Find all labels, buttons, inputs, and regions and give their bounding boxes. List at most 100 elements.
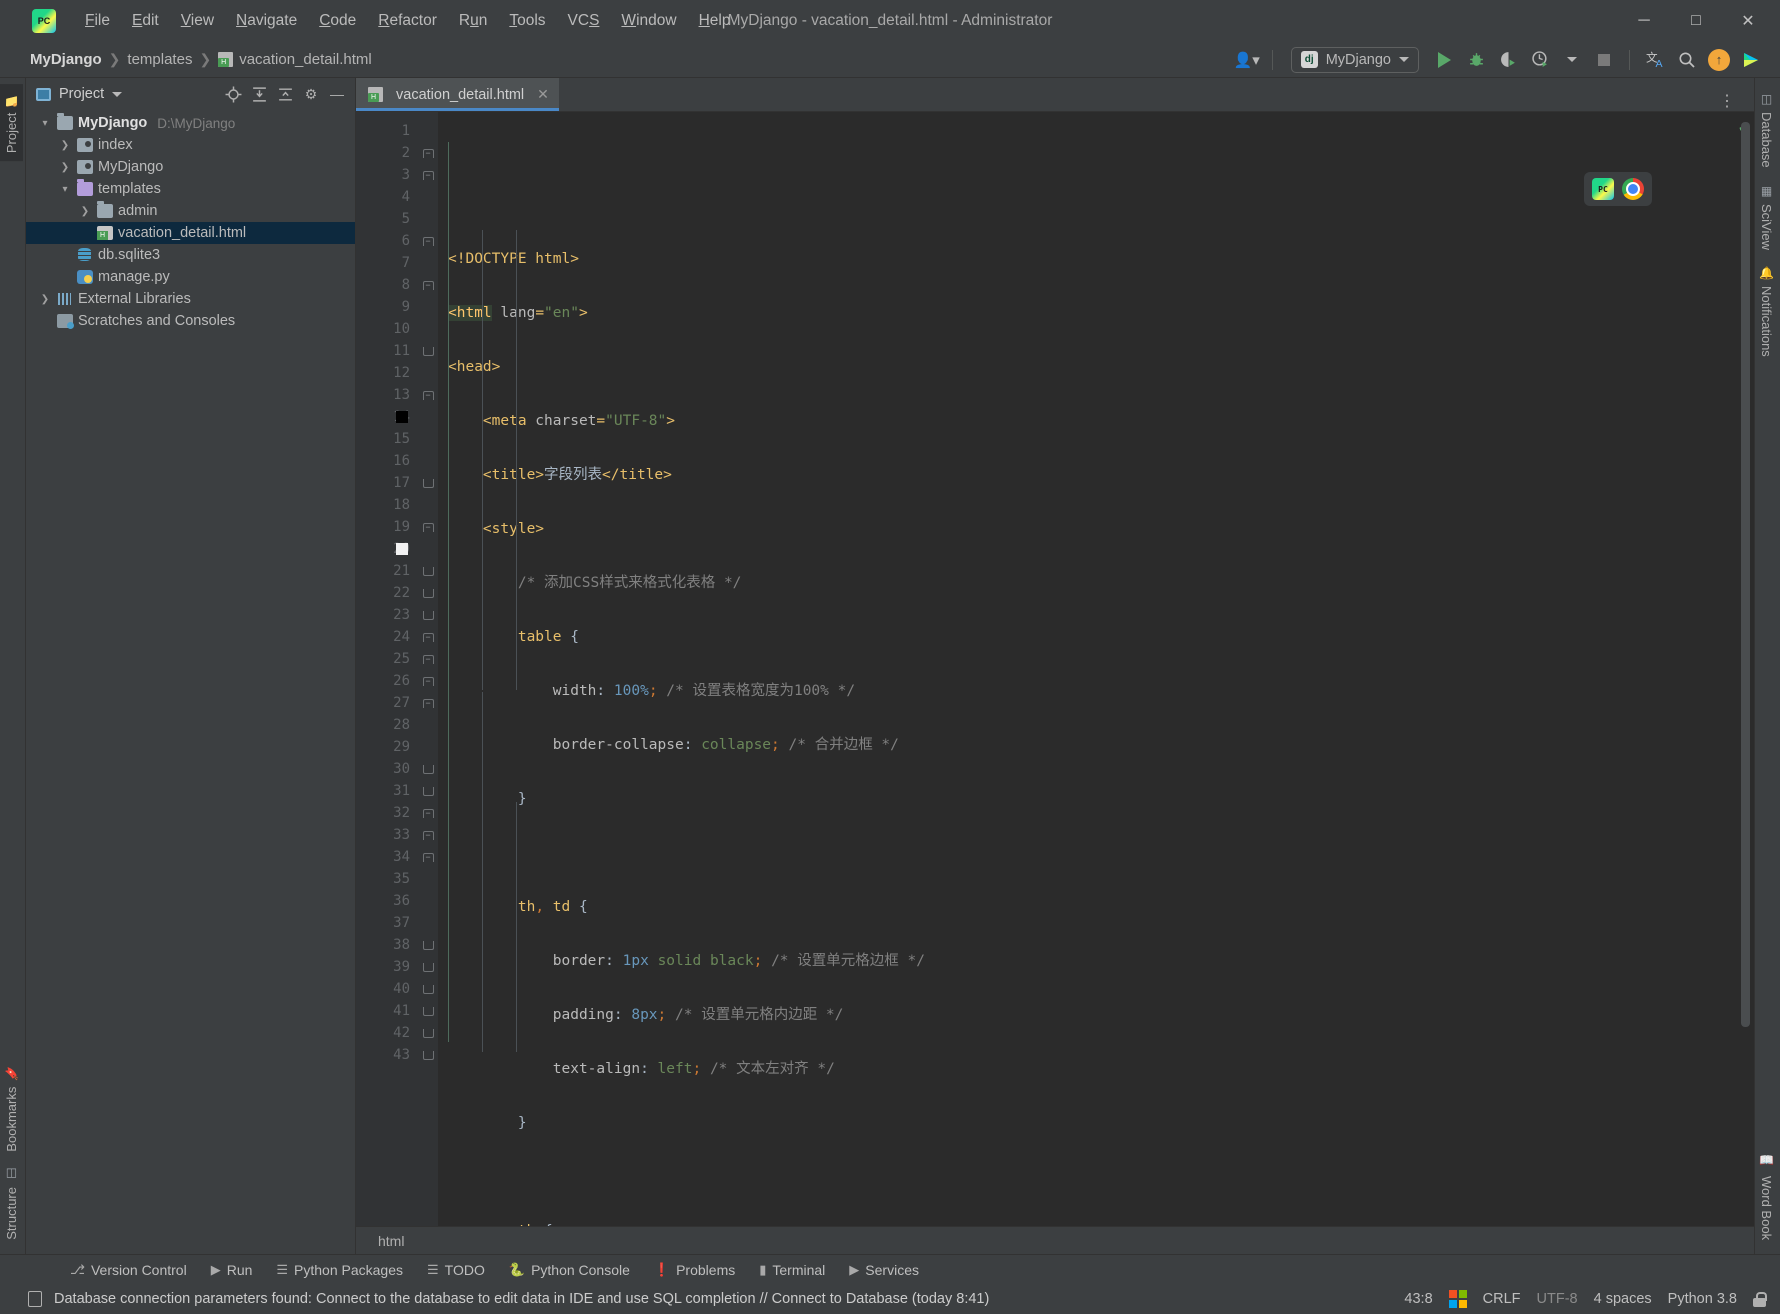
- python-interpreter[interactable]: Python 3.8: [1668, 1291, 1737, 1307]
- fold-marker-thead[interactable]: −: [418, 670, 438, 692]
- fold-marker-html[interactable]: −: [418, 142, 438, 164]
- user-settings-icon[interactable]: 👤▾: [1232, 46, 1262, 74]
- menu-file[interactable]: File: [74, 8, 121, 34]
- profile-dropdown-icon[interactable]: [1557, 46, 1587, 74]
- tool-run[interactable]: ▶ Run: [199, 1259, 265, 1281]
- run-icon[interactable]: [1429, 46, 1459, 74]
- update-icon[interactable]: ↑: [1704, 46, 1734, 74]
- chevron-right-icon[interactable]: ❯: [58, 140, 72, 151]
- fold-marker-tbody[interactable]: −: [418, 802, 438, 824]
- menu-refactor[interactable]: Refactor: [367, 8, 448, 34]
- tree-node-mydjango-root[interactable]: ▾ MyDjango D:\MyDjango: [26, 112, 355, 134]
- fold-marker-end[interactable]: [418, 1044, 438, 1066]
- gear-icon[interactable]: ⚙: [299, 82, 323, 106]
- caret-position[interactable]: 43:8: [1404, 1291, 1432, 1307]
- scrollbar-thumb[interactable]: [1741, 122, 1750, 1027]
- sidebar-item-project[interactable]: Project 📁: [0, 84, 23, 161]
- fold-marker-style[interactable]: −: [418, 230, 438, 252]
- tree-node-db-sqlite3[interactable]: ❯ db.sqlite3: [26, 244, 355, 266]
- tool-version-control[interactable]: ⎇ Version Control: [58, 1259, 199, 1281]
- tree-node-external-libraries[interactable]: ❯ External Libraries: [26, 288, 355, 310]
- fold-marker-table-rule[interactable]: −: [418, 274, 438, 296]
- fold-marker-end[interactable]: [418, 1000, 438, 1022]
- editor-scrollbar[interactable]: ✓: [1738, 112, 1754, 1226]
- color-swatch-f2f2f2[interactable]: [396, 543, 408, 555]
- search-everywhere-icon[interactable]: [1672, 46, 1702, 74]
- coverage-icon[interactable]: [1493, 46, 1523, 74]
- tree-node-vacation-detail-html[interactable]: ❯ vacation_detail.html: [26, 222, 355, 244]
- fold-marker-end[interactable]: [418, 472, 438, 494]
- fold-marker-end[interactable]: [418, 1022, 438, 1044]
- chevron-down-icon[interactable]: ▾: [38, 118, 52, 129]
- locate-icon[interactable]: [221, 82, 245, 106]
- fold-marker-tr[interactable]: −: [418, 692, 438, 714]
- sidebar-item-notifications[interactable]: 🔔 Notifications: [1755, 258, 1778, 365]
- expand-all-icon[interactable]: [247, 82, 271, 106]
- tree-node-admin[interactable]: ❯ admin: [26, 200, 355, 222]
- fold-marker-end[interactable]: [418, 978, 438, 1000]
- fold-marker-end[interactable]: [418, 934, 438, 956]
- indent-setting[interactable]: 4 spaces: [1594, 1291, 1652, 1307]
- close-icon[interactable]: ✕: [537, 86, 549, 103]
- tool-todo[interactable]: ☰ TODO: [415, 1259, 497, 1281]
- tool-problems[interactable]: ❗ Problems: [642, 1259, 747, 1281]
- editor-more-actions-icon[interactable]: ⋮: [1711, 91, 1744, 111]
- menu-run[interactable]: Run: [448, 8, 498, 34]
- pycharm-preview-icon[interactable]: PC: [1592, 178, 1614, 200]
- fold-marker-end[interactable]: [418, 956, 438, 978]
- fold-marker-body[interactable]: −: [418, 626, 438, 648]
- maximize-button[interactable]: □: [1670, 1, 1722, 41]
- fold-marker-for[interactable]: −: [418, 824, 438, 846]
- breadcrumb-project[interactable]: MyDjango: [30, 51, 102, 68]
- profile-icon[interactable]: [1525, 46, 1555, 74]
- menu-view[interactable]: View: [170, 8, 225, 34]
- fold-marker-end[interactable]: [418, 340, 438, 362]
- fold-marker-table[interactable]: −: [418, 648, 438, 670]
- hide-panel-icon[interactable]: —: [325, 82, 349, 106]
- chrome-preview-icon[interactable]: [1622, 178, 1644, 200]
- sidebar-item-bookmarks[interactable]: Bookmarks 🔖: [0, 1058, 23, 1160]
- windows-icon[interactable]: [1449, 1290, 1467, 1308]
- status-message[interactable]: Database connection parameters found: Co…: [54, 1291, 989, 1307]
- color-swatch-black[interactable]: [396, 411, 408, 423]
- tab-vacation-detail-html[interactable]: vacation_detail.html ✕: [356, 78, 559, 111]
- fold-marker-head[interactable]: −: [418, 164, 438, 186]
- fold-marker-end[interactable]: [418, 758, 438, 780]
- tool-terminal[interactable]: ▮ Terminal: [747, 1259, 837, 1281]
- menu-navigate[interactable]: Navigate: [225, 8, 308, 34]
- menu-help[interactable]: Help: [688, 8, 742, 34]
- chevron-right-icon[interactable]: ❯: [78, 206, 92, 217]
- menu-edit[interactable]: Edit: [121, 8, 170, 34]
- chevron-down-icon[interactable]: ▾: [58, 184, 72, 195]
- line-separator[interactable]: CRLF: [1483, 1291, 1521, 1307]
- sidebar-item-database[interactable]: ◫ Database: [1755, 84, 1778, 176]
- ide-assistant-icon[interactable]: [1736, 46, 1766, 74]
- breadcrumb-folder[interactable]: templates: [127, 51, 192, 68]
- code-text-area[interactable]: <!DOCTYPE html> <html lang="en"> <head> …: [438, 112, 1738, 1226]
- tree-node-mydjango-app[interactable]: ❯ MyDjango: [26, 156, 355, 178]
- tool-services[interactable]: ▶ Services: [837, 1259, 931, 1281]
- sidebar-item-structure[interactable]: Structure ◫: [0, 1159, 23, 1248]
- tool-python-console[interactable]: 🐍 Python Console: [497, 1259, 642, 1281]
- fold-marker-tr2[interactable]: −: [418, 846, 438, 868]
- fold-marker-end[interactable]: [418, 582, 438, 604]
- tree-node-templates[interactable]: ▾ templates: [26, 178, 355, 200]
- debug-icon[interactable]: [1461, 46, 1491, 74]
- stop-icon[interactable]: [1589, 46, 1619, 74]
- menu-code[interactable]: Code: [308, 8, 367, 34]
- menu-tools[interactable]: Tools: [498, 8, 556, 34]
- fold-marker-thtd-rule[interactable]: −: [418, 384, 438, 406]
- fold-marker-end[interactable]: [418, 560, 438, 582]
- lock-icon[interactable]: [1753, 1292, 1766, 1307]
- minimize-button[interactable]: ─: [1618, 1, 1670, 41]
- fold-marker-end[interactable]: [418, 780, 438, 802]
- project-view-chevron-down-icon[interactable]: [112, 92, 122, 97]
- menu-window[interactable]: Window: [610, 8, 687, 34]
- fold-marker-end[interactable]: [418, 604, 438, 626]
- chevron-right-icon[interactable]: ❯: [38, 294, 52, 305]
- fold-marker-th-rule[interactable]: −: [418, 516, 438, 538]
- tree-node-scratches-consoles[interactable]: ❯ Scratches and Consoles: [26, 310, 355, 332]
- breadcrumb-file[interactable]: vacation_detail.html: [218, 51, 372, 68]
- run-configuration-selector[interactable]: dj MyDjango: [1291, 47, 1419, 73]
- tool-python-packages[interactable]: ☰ Python Packages: [264, 1259, 415, 1281]
